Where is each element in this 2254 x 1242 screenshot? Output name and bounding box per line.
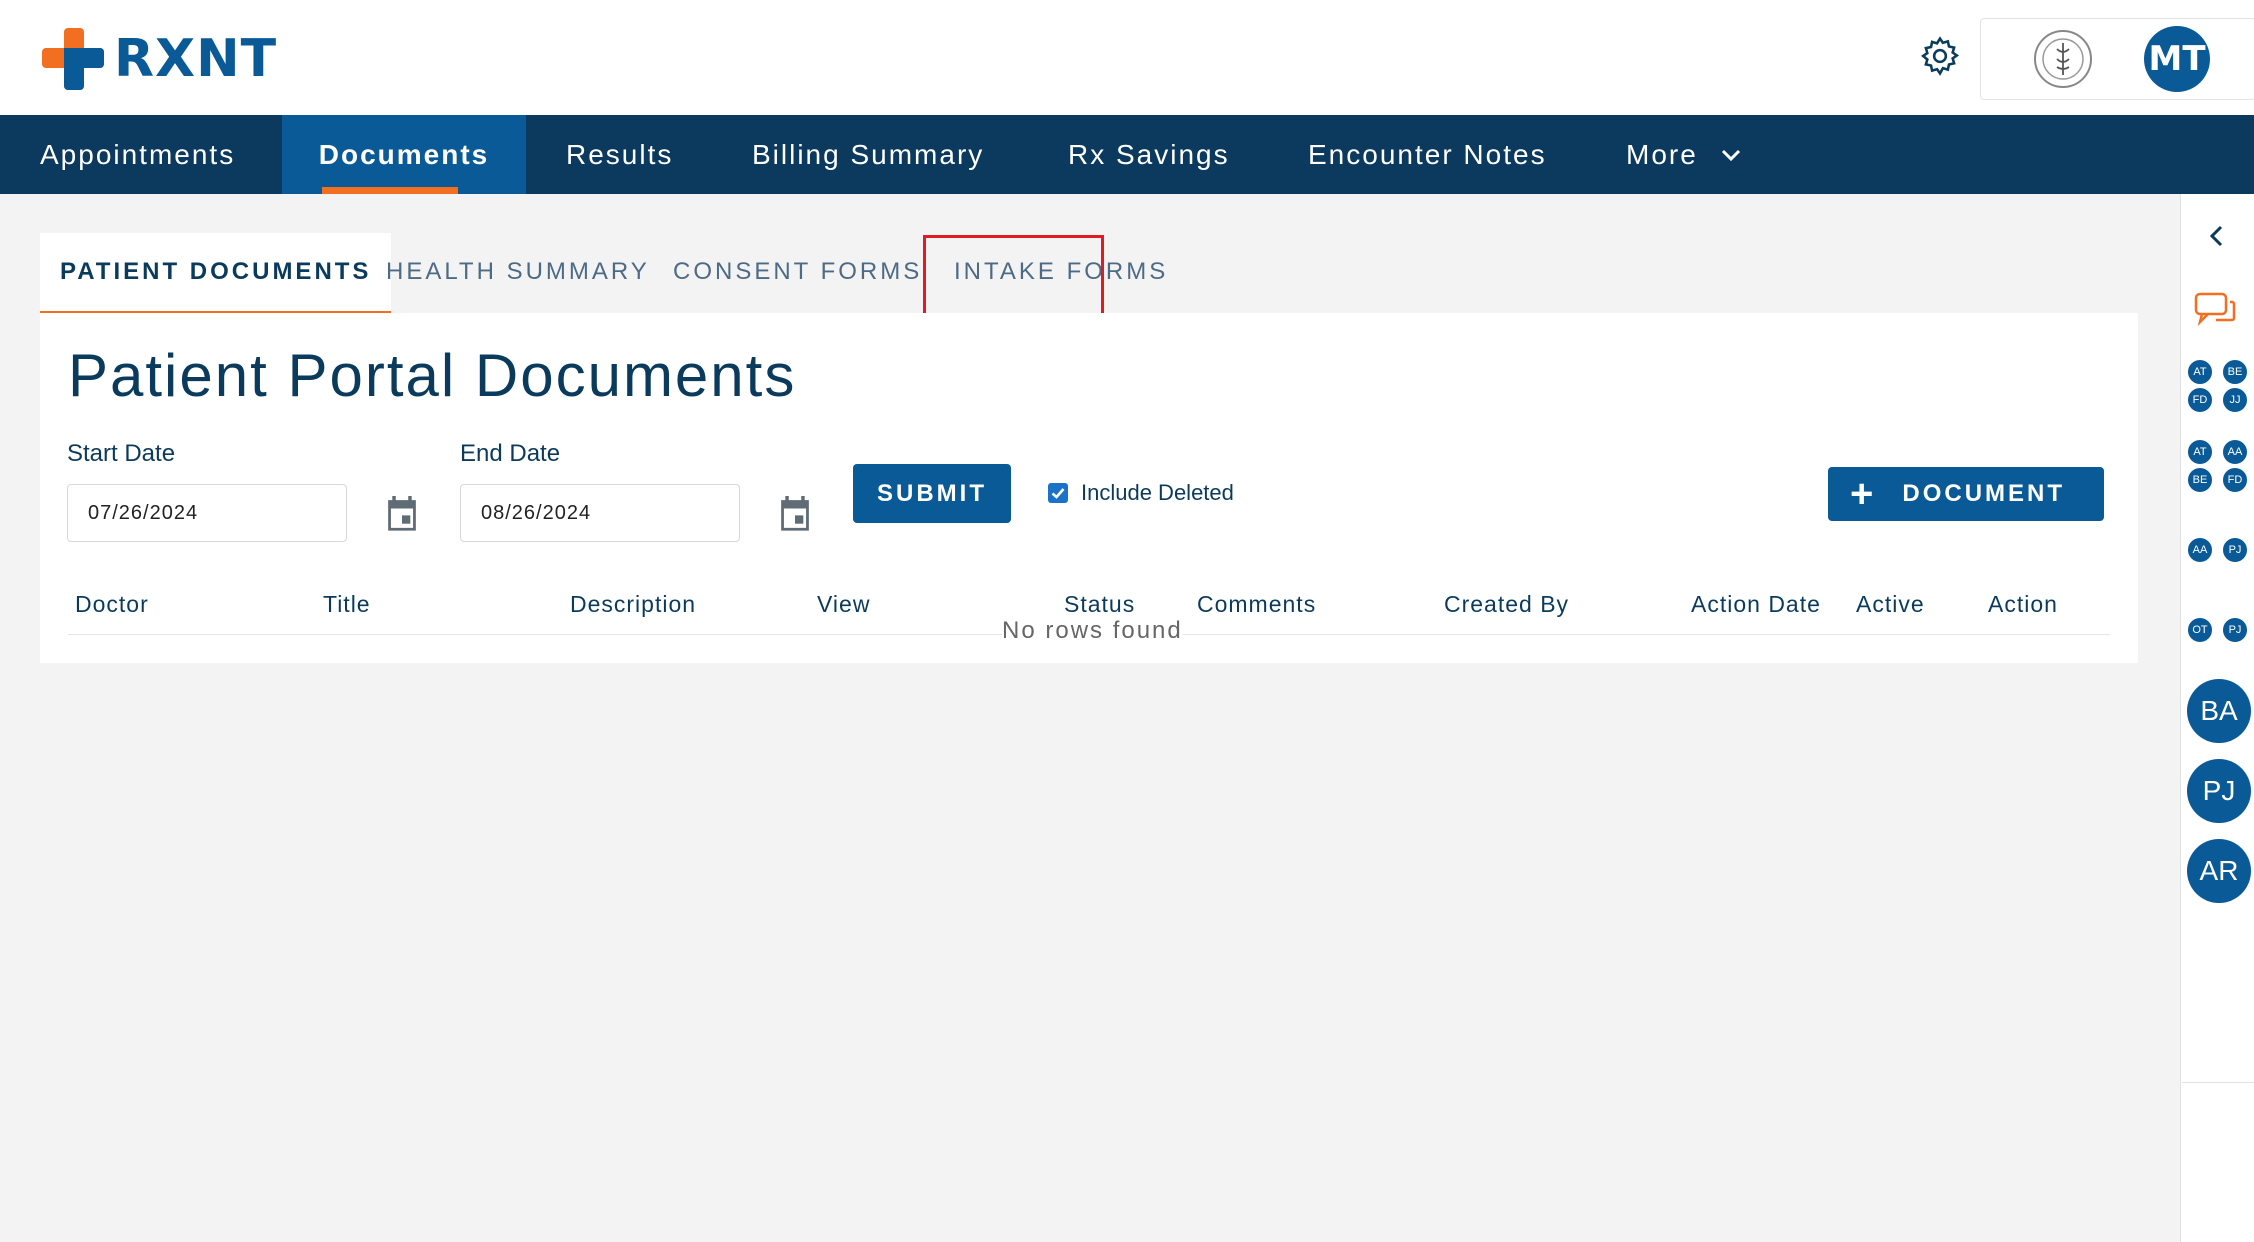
end-date-label: End Date <box>460 440 561 467</box>
chat-contact-avatar[interactable]: AR <box>2187 839 2251 903</box>
chat-group-avatar[interactable]: AA <box>2221 438 2249 466</box>
user-avatar[interactable]: MT <box>2144 26 2210 92</box>
chat-group-avatar[interactable]: AA <box>2186 536 2214 564</box>
chat-contact-avatar[interactable]: BA <box>2187 679 2251 743</box>
logo-wordmark: RXNT <box>114 29 278 89</box>
column-header-description[interactable]: Description <box>570 591 696 618</box>
add-document-button[interactable]: + DOCUMENT <box>1828 467 2104 521</box>
start-date-input[interactable] <box>67 484 347 542</box>
chat-contact-avatar[interactable]: PJ <box>2187 759 2251 823</box>
nav-item-more[interactable]: More <box>1626 115 1742 194</box>
chat-group-avatar[interactable]: FD <box>2186 386 2214 414</box>
chat-bubbles-icon[interactable] <box>2194 292 2236 330</box>
column-header-active[interactable]: Active <box>1856 591 1925 618</box>
start-date-calendar-icon[interactable] <box>385 496 419 532</box>
tab-patient-documents[interactable]: PATIENT DOCUMENTS <box>40 233 392 315</box>
active-nav-indicator <box>322 187 458 194</box>
logo-cross-icon <box>42 28 104 90</box>
intake-forms-highlight-box <box>923 235 1104 319</box>
chat-group-avatar[interactable]: AT <box>2186 358 2214 386</box>
submit-button[interactable]: SUBMIT <box>853 464 1011 523</box>
documents-card: Patient Portal Documents Start Date End … <box>40 313 2138 663</box>
practice-seal-icon <box>2033 29 2093 89</box>
rxnt-logo[interactable]: RXNT <box>42 28 277 90</box>
column-header-view[interactable]: View <box>817 591 870 618</box>
checkmark-icon <box>1051 488 1065 499</box>
rail-divider <box>2182 1082 2254 1083</box>
column-header-comments[interactable]: Comments <box>1197 591 1316 618</box>
column-header-action-date[interactable]: Action Date <box>1691 591 1821 618</box>
user-menu[interactable]: MT <box>1980 18 2254 100</box>
chat-group-avatar[interactable]: BE <box>2186 466 2214 494</box>
chat-group-avatar[interactable]: FD <box>2221 466 2249 494</box>
column-header-doctor[interactable]: Doctor <box>75 591 149 618</box>
chat-group-avatar[interactable]: OT <box>2186 616 2214 644</box>
nav-item-documents[interactable]: Documents <box>282 115 526 194</box>
nav-item-label: Documents <box>318 138 490 170</box>
include-deleted-label[interactable]: Include Deleted <box>1081 480 1234 506</box>
nav-item-results[interactable]: Results <box>566 115 673 194</box>
end-date-calendar-icon[interactable] <box>778 496 812 532</box>
start-date-label: Start Date <box>67 440 176 467</box>
chevron-down-icon <box>1721 149 1740 161</box>
nav-item-encounter-notes[interactable]: Encounter Notes <box>1308 115 1547 194</box>
chat-group-avatar[interactable]: PJ <box>2221 536 2249 564</box>
add-document-label: DOCUMENT <box>1902 480 2066 507</box>
tab-consent-forms[interactable]: CONSENT FORMS <box>673 233 922 311</box>
nav-item-label: More <box>1626 138 1698 170</box>
include-deleted-checkbox[interactable] <box>1048 483 1068 503</box>
plus-icon: + <box>1850 472 1877 516</box>
end-date-input[interactable] <box>460 484 740 542</box>
nav-item-billing-summary[interactable]: Billing Summary <box>752 115 984 194</box>
empty-table-message: No rows found <box>1002 617 1183 645</box>
tab-health-summary[interactable]: HEALTH SUMMARY <box>386 233 650 311</box>
chat-group-avatar[interactable]: AT <box>2186 438 2214 466</box>
collapse-chevron-left-icon[interactable] <box>2207 224 2227 248</box>
chat-group-avatar[interactable]: BE <box>2221 358 2249 386</box>
column-header-title[interactable]: Title <box>323 591 371 618</box>
page-title: Patient Portal Documents <box>68 342 797 409</box>
nav-item-appointments[interactable]: Appointments <box>40 115 235 194</box>
app-header: RXNT MT <box>0 0 2254 115</box>
nav-item-rx-savings[interactable]: Rx Savings <box>1068 115 1230 194</box>
chat-group-avatar[interactable]: JJ <box>2221 386 2249 414</box>
column-header-created-by[interactable]: Created By <box>1444 591 1569 618</box>
chat-group-avatar[interactable]: PJ <box>2221 616 2249 644</box>
column-header-status[interactable]: Status <box>1064 591 1135 618</box>
settings-gear-icon[interactable] <box>1918 34 1962 78</box>
column-header-action[interactable]: Action <box>1988 591 2058 618</box>
main-nav: Appointments Documents Results Billing S… <box>0 115 2254 194</box>
